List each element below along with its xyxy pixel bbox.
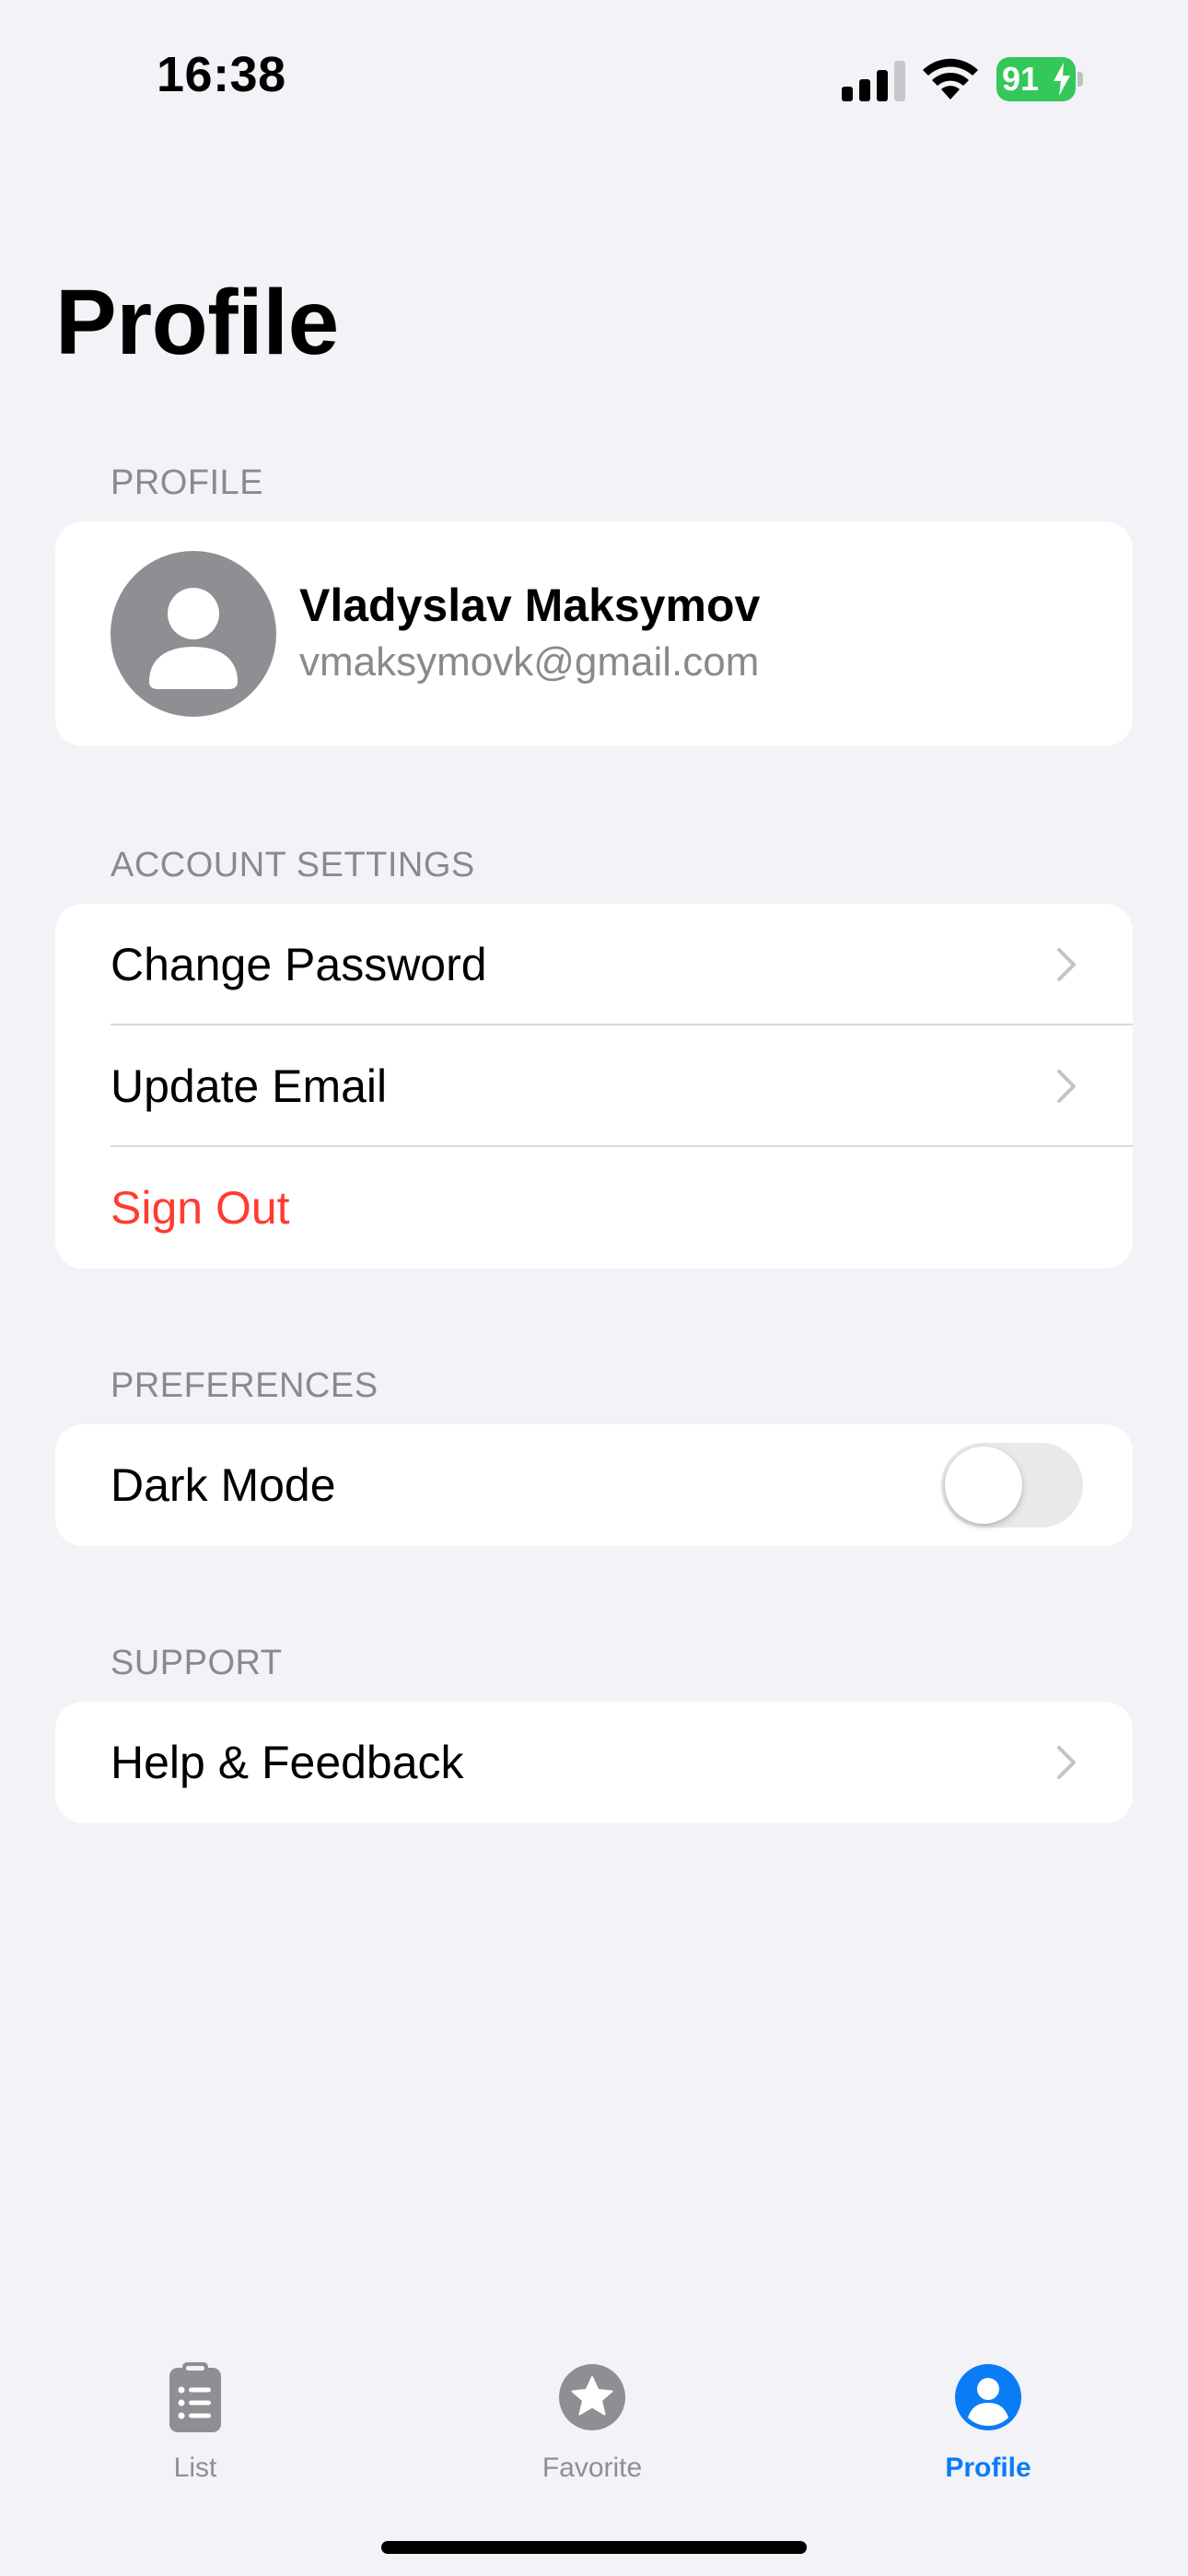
toggle-knob <box>945 1446 1022 1524</box>
clipboard-list-icon <box>169 2362 221 2432</box>
help-feedback-row[interactable]: Help & Feedback <box>55 1702 1133 1823</box>
account-settings-card: Change Password Update Email Sign Out <box>55 904 1133 1269</box>
star-circle-icon <box>559 2364 625 2430</box>
dark-mode-toggle[interactable] <box>941 1443 1083 1528</box>
change-password-row[interactable]: Change Password <box>55 904 1133 1025</box>
person-circle-icon <box>955 2364 1021 2430</box>
profile-card[interactable]: Vladyslav Maksymov vmaksymovk@gmail.com <box>55 521 1133 746</box>
status-time: 16:38 <box>157 47 286 102</box>
help-feedback-label: Help & Feedback <box>111 1737 464 1788</box>
section-header-support: SUPPORT <box>111 1644 283 1682</box>
page-title: Profile <box>55 271 339 374</box>
profile-name: Vladyslav Maksymov <box>299 580 761 631</box>
section-header-preferences: PREFERENCES <box>111 1366 379 1405</box>
section-header-profile: PROFILE <box>111 463 264 502</box>
preferences-card: Dark Mode <box>55 1424 1133 1546</box>
chevron-right-icon <box>1057 1070 1076 1103</box>
profile-email: vmaksymovk@gmail.com <box>299 639 760 685</box>
tab-profile-label: Profile <box>945 2453 1031 2483</box>
profile-screen: 16:38 91 Profile PROFILE Vladyslav Maksy… <box>0 0 1188 2576</box>
person-icon <box>149 588 238 689</box>
sign-out-row[interactable]: Sign Out <box>55 1147 1133 1269</box>
sign-out-label: Sign Out <box>111 1182 290 1234</box>
battery-cap <box>1077 72 1083 87</box>
tab-profile[interactable]: Profile <box>878 2360 1099 2508</box>
wifi-icon <box>923 58 978 100</box>
tab-favorite-label: Favorite <box>542 2453 643 2483</box>
tab-favorite[interactable]: Favorite <box>482 2360 703 2508</box>
battery-percent: 91 <box>1002 60 1040 98</box>
home-indicator[interactable] <box>381 2541 807 2554</box>
battery-charging-icon: 91 <box>996 57 1085 101</box>
update-email-label: Update Email <box>111 1060 388 1112</box>
dark-mode-row: Dark Mode <box>55 1424 1133 1546</box>
update-email-row[interactable]: Update Email <box>55 1025 1133 1147</box>
section-header-account-settings: ACCOUNT SETTINGS <box>111 846 475 884</box>
dark-mode-label: Dark Mode <box>111 1459 336 1511</box>
bolt-icon <box>1054 63 1070 96</box>
chevron-right-icon <box>1057 948 1076 981</box>
support-card: Help & Feedback <box>55 1702 1133 1823</box>
chevron-right-icon <box>1057 1746 1076 1779</box>
change-password-label: Change Password <box>111 939 487 990</box>
avatar <box>111 551 276 717</box>
signal-bars-icon <box>842 61 905 101</box>
tab-list-label: List <box>173 2453 217 2483</box>
status-bar: 16:38 91 <box>0 0 1188 157</box>
tab-list[interactable]: List <box>85 2360 306 2508</box>
